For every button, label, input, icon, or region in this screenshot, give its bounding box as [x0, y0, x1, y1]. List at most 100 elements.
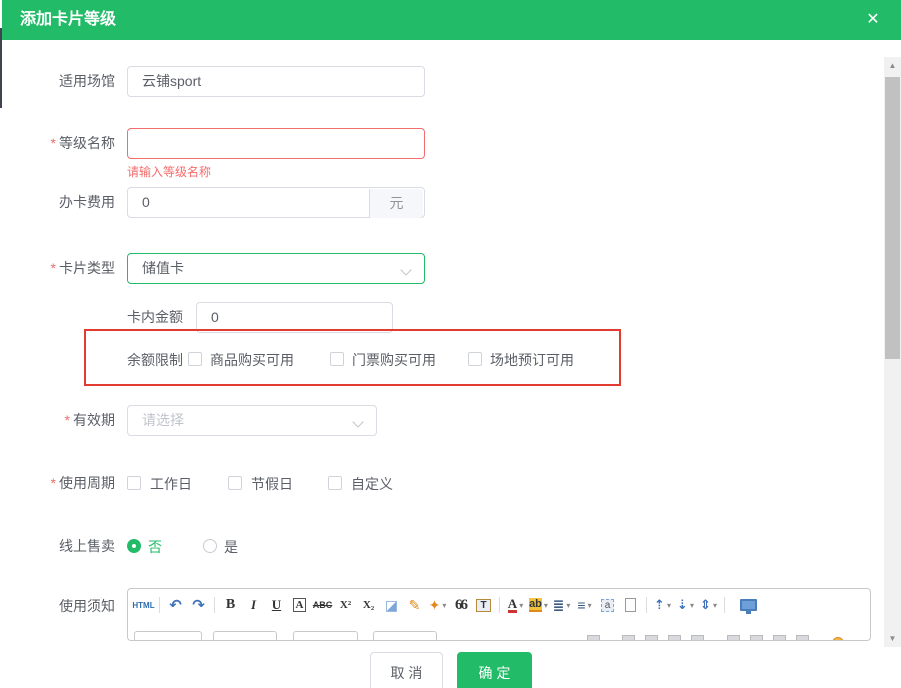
- line-height-icon[interactable]: ⇕ ▾: [697, 594, 720, 616]
- align-right-icon[interactable]: [645, 635, 658, 640]
- checkbox-holiday-label[interactable]: 节假日: [251, 476, 293, 492]
- required-mark: *: [50, 260, 56, 276]
- level-name-input[interactable]: [127, 128, 425, 159]
- scrollbar-thumb[interactable]: [885, 77, 900, 359]
- venue-label: 适用场馆: [59, 73, 115, 89]
- radio-yes[interactable]: [203, 539, 217, 553]
- required-mark: *: [50, 135, 56, 151]
- add-card-level-modal: 添加卡片等级 ✕ 适用场馆 云铺sport * 等级名称 请输入等级名称 办卡费用…: [0, 0, 901, 688]
- dropdown-arrow-icon: ▾: [566, 600, 571, 610]
- new-page-icon[interactable]: [625, 598, 636, 612]
- card-fee-label: 办卡费用: [59, 194, 115, 210]
- outdent-icon[interactable]: [727, 635, 740, 640]
- editor-toolbar-row2: [132, 631, 866, 640]
- space-after-icon[interactable]: ⇣ ▾: [674, 594, 697, 616]
- card-amount-input[interactable]: 0: [196, 302, 393, 333]
- checkbox-holiday[interactable]: [228, 476, 242, 490]
- dropdown-arrow-icon: ▾: [519, 600, 524, 610]
- close-icon[interactable]: ✕: [863, 0, 883, 40]
- card-amount-label: 卡内金额: [127, 309, 183, 325]
- italic-icon[interactable]: I: [251, 597, 256, 613]
- dropdown-arrow-icon: ▾: [587, 600, 592, 610]
- space-before-icon[interactable]: ⇡ ▾: [651, 594, 674, 616]
- dropdown-arrow-icon: ▾: [712, 600, 717, 610]
- redo-icon[interactable]: ↷: [187, 594, 210, 616]
- required-mark: *: [50, 475, 56, 491]
- card-fee-unit: 元: [369, 189, 423, 218]
- checkbox-goods-purchase[interactable]: [188, 352, 202, 366]
- radio-yes-label[interactable]: 是: [224, 539, 238, 555]
- required-mark: *: [64, 412, 70, 428]
- anchor-icon[interactable]: a: [600, 598, 615, 612]
- fullscreen-icon[interactable]: [740, 599, 757, 614]
- modal-scrollbar[interactable]: ▲ ▼: [884, 57, 901, 647]
- checkbox-venue-booking-label[interactable]: 场地预订可用: [490, 352, 574, 368]
- align-center-icon[interactable]: [622, 635, 635, 640]
- cancel-button[interactable]: 取 消: [370, 652, 443, 688]
- checkbox-custom[interactable]: [328, 476, 342, 490]
- superscript-icon[interactable]: X²: [334, 594, 357, 616]
- checkbox-venue-booking[interactable]: [468, 352, 482, 366]
- emoticon-icon[interactable]: [832, 637, 844, 640]
- blockquote-icon[interactable]: 66: [449, 594, 472, 616]
- table-icon[interactable]: [773, 635, 786, 640]
- quick-format-icon[interactable]: ✦ ▾: [426, 594, 449, 616]
- unordered-list-icon[interactable]: ≡ ▾: [573, 594, 596, 616]
- card-type-select[interactable]: 储值卡: [127, 253, 425, 284]
- indent-icon[interactable]: [691, 635, 704, 640]
- rich-text-editor: HTML ↶ ↷ B I U A ABC X² X₂ ◪ ✎ ✦ ▾ 66 T A…: [127, 588, 871, 641]
- validity-select[interactable]: 请选择: [127, 405, 377, 436]
- level-name-label: * 等级名称: [50, 135, 115, 151]
- radio-no[interactable]: [127, 539, 141, 553]
- confirm-button[interactable]: 确 定: [457, 652, 532, 688]
- image-icon[interactable]: [750, 635, 763, 640]
- strikethrough-icon[interactable]: ABC: [313, 600, 333, 610]
- usage-notes-label: 使用须知: [59, 598, 115, 614]
- align-left-icon[interactable]: [587, 635, 600, 640]
- checkbox-ticket-purchase-label[interactable]: 门票购买可用: [352, 352, 436, 368]
- chevron-down-icon: [352, 416, 364, 428]
- format-brush-icon[interactable]: ✎: [403, 594, 426, 616]
- undo-icon[interactable]: ↶: [164, 594, 187, 616]
- style-select[interactable]: [373, 631, 437, 640]
- eraser-icon[interactable]: ◪: [380, 594, 403, 616]
- font-size-select[interactable]: [213, 631, 277, 640]
- editor-toolbar-row1: HTML ↶ ↷ B I U A ABC X² X₂ ◪ ✎ ✦ ▾ 66 T A…: [132, 593, 866, 617]
- toolbar-separator: [214, 597, 215, 613]
- underline-icon[interactable]: U: [272, 597, 281, 613]
- paste-plain-text-icon[interactable]: T: [476, 598, 491, 612]
- checkbox-custom-label[interactable]: 自定义: [351, 476, 393, 492]
- link-icon[interactable]: [796, 635, 809, 640]
- font-color-icon[interactable]: A ▾: [504, 594, 527, 616]
- dropdown-arrow-icon: ▾: [543, 600, 548, 610]
- checkbox-workday-label[interactable]: 工作日: [150, 476, 192, 492]
- toolbar-separator: [724, 597, 725, 613]
- dropdown-arrow-icon: ▾: [689, 600, 694, 610]
- modal-header: 添加卡片等级 ✕: [2, 0, 901, 40]
- radio-no-label[interactable]: 否: [148, 539, 162, 555]
- venue-input[interactable]: 云铺sport: [127, 66, 425, 97]
- font-style-icon[interactable]: A: [292, 598, 307, 612]
- scroll-down-icon[interactable]: ▼: [884, 630, 901, 647]
- level-name-error: 请输入等级名称: [127, 165, 212, 179]
- paragraph-format-select[interactable]: [293, 631, 358, 640]
- subscript-icon[interactable]: X₂: [357, 594, 380, 616]
- html-source-icon[interactable]: HTML: [132, 594, 155, 616]
- bold-icon[interactable]: B: [219, 594, 242, 616]
- font-family-select[interactable]: [134, 631, 202, 640]
- toolbar-separator: [159, 597, 160, 613]
- card-fee-input[interactable]: 0 元: [127, 187, 425, 218]
- dropdown-arrow-icon: ▾: [442, 600, 447, 610]
- checkbox-workday[interactable]: [127, 476, 141, 490]
- scroll-up-icon[interactable]: ▲: [884, 57, 901, 74]
- align-justify-icon[interactable]: [668, 635, 681, 640]
- toolbar-separator: [646, 597, 647, 613]
- usage-cycle-label: * 使用周期: [50, 475, 115, 491]
- ordered-list-icon[interactable]: ≣ ▾: [550, 594, 573, 616]
- card-type-label: * 卡片类型: [50, 260, 115, 276]
- checkbox-ticket-purchase[interactable]: [330, 352, 344, 366]
- checkbox-goods-purchase-label[interactable]: 商品购买可用: [210, 352, 294, 368]
- modal-title: 添加卡片等级: [20, 11, 117, 28]
- highlight-color-icon[interactable]: ab ▾: [527, 594, 550, 616]
- toolbar-separator: [499, 597, 500, 613]
